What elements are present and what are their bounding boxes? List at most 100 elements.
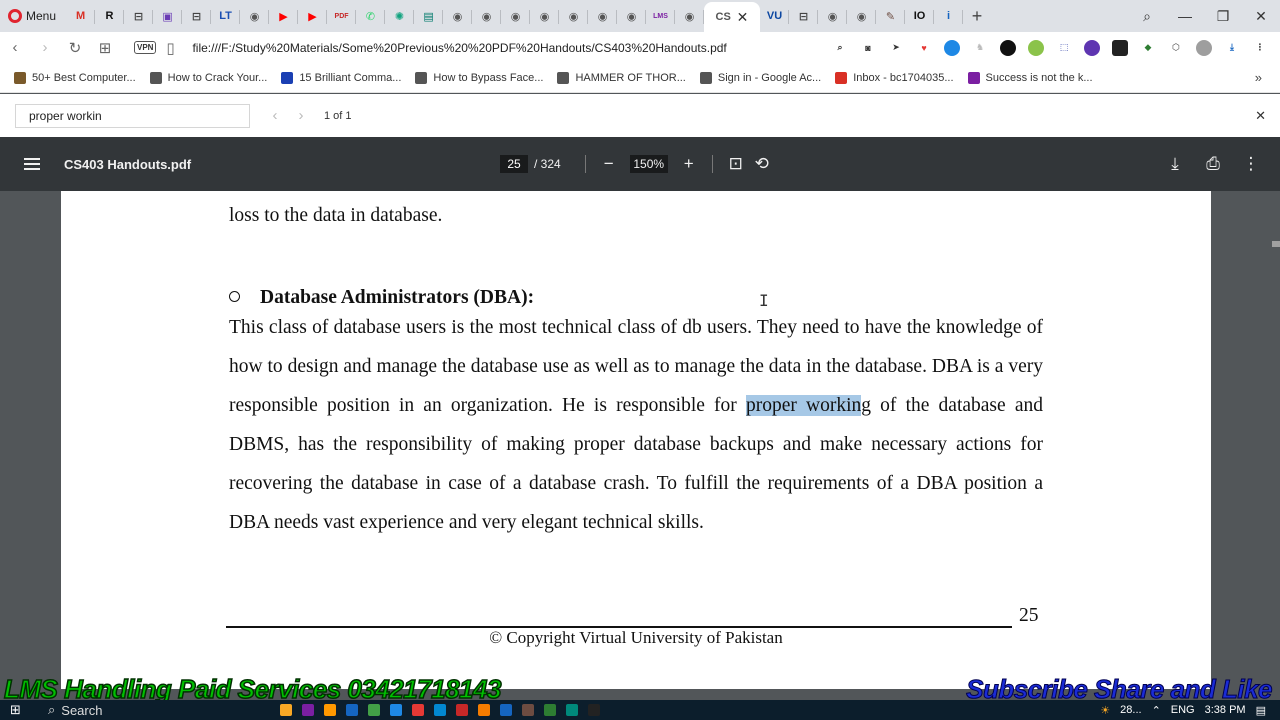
fit-page-icon[interactable]: ⊡ [723, 154, 749, 174]
app-icon[interactable] [346, 704, 358, 716]
more-actions-icon[interactable]: ⋮ [1238, 154, 1264, 174]
extensions-cube-icon[interactable]: ⬡ [1168, 40, 1184, 56]
extension-play-icon[interactable] [1000, 39, 1016, 56]
browser-tab[interactable]: ▶ [269, 2, 299, 30]
browser-tab[interactable]: ◉ [588, 2, 618, 30]
rotate-icon[interactable]: ⟲ [749, 154, 775, 174]
browser-tab[interactable]: ◉ [530, 2, 560, 30]
browser-tab[interactable]: ⊟ [789, 2, 819, 30]
close-window-icon[interactable]: ✕ [1242, 8, 1280, 25]
minimize-icon[interactable]: — [1166, 8, 1204, 24]
vlc-icon[interactable] [324, 704, 336, 716]
browser-tab[interactable]: i [934, 2, 964, 30]
visual-studio-icon[interactable] [302, 704, 314, 716]
bookmark-item[interactable]: How to Crack Your... [149, 71, 267, 84]
edge-icon[interactable] [390, 704, 402, 716]
browser-tab[interactable]: M [66, 2, 96, 30]
url-field[interactable]: file:///F:/Study%20Materials/Some%20Prev… [192, 41, 832, 55]
app-icon[interactable] [368, 704, 380, 716]
download-icon[interactable]: ⤓ [1224, 40, 1240, 56]
bookmark-item[interactable]: 50+ Best Computer... [14, 71, 136, 84]
browser-tab[interactable]: ⊟ [124, 2, 154, 30]
vpn-badge[interactable]: VPN [134, 41, 157, 54]
app-icon[interactable] [544, 704, 556, 716]
scrollbar-thumb[interactable] [1272, 241, 1280, 247]
browser-tab[interactable]: ◉ [847, 2, 877, 30]
tab-active[interactable]: CS ✕ [704, 2, 761, 32]
bookmark-item[interactable]: HAMMER OF THOR... [557, 71, 686, 84]
find-close-icon[interactable]: ✕ [1255, 108, 1266, 124]
restore-icon[interactable]: ❐ [1204, 8, 1242, 25]
clock[interactable]: 3:38 PM [1205, 704, 1246, 716]
bookmark-item[interactable]: How to Bypass Face... [415, 71, 543, 84]
profile-avatar-icon[interactable] [1196, 39, 1212, 56]
find-input[interactable] [15, 103, 250, 128]
bookmark-item[interactable]: Success is not the k... [967, 71, 1093, 84]
windows-start-icon[interactable]: ⊞ [10, 702, 21, 718]
weather-temp[interactable]: 28... [1120, 704, 1141, 716]
browser-tab[interactable]: ◉ [675, 2, 705, 30]
more-options-icon[interactable]: ⋮ [1252, 40, 1268, 56]
bookmarks-overflow-icon[interactable]: » [1255, 70, 1262, 85]
weather-icon[interactable]: ☀ [1100, 704, 1110, 717]
find-next-icon[interactable]: › [288, 107, 314, 124]
browser-tab[interactable]: ▤ [414, 2, 444, 30]
browser-tab[interactable]: VU [760, 2, 790, 30]
browser-tab[interactable]: ✺ [385, 2, 415, 30]
extension-crop-icon[interactable]: ⬚ [1056, 40, 1072, 56]
zoom-in-icon[interactable]: + [676, 154, 702, 174]
acrobat-icon[interactable] [456, 704, 468, 716]
menu-hamburger-icon[interactable] [0, 158, 64, 170]
tray-chevron-icon[interactable]: ⌃ [1152, 704, 1161, 717]
browser-tab[interactable]: LMS [646, 2, 676, 30]
browser-tab[interactable]: LT [211, 2, 241, 30]
download-pdf-icon[interactable]: ⤓ [1162, 154, 1188, 174]
browser-tab[interactable]: ◉ [240, 2, 270, 30]
browser-tab[interactable]: ▶ [298, 2, 328, 30]
pdf-viewport[interactable]: loss to the data in database. Database A… [0, 191, 1280, 689]
browser-tab[interactable]: ◉ [617, 2, 647, 30]
extension-new-icon[interactable] [1112, 39, 1128, 56]
file-explorer-icon[interactable] [280, 704, 292, 716]
browser-tab[interactable]: ✎ [876, 2, 906, 30]
search-tabs-icon[interactable]: ⌕ [1128, 8, 1166, 25]
reload-icon[interactable]: ↻ [60, 39, 90, 57]
language-indicator[interactable]: ENG [1171, 704, 1195, 716]
browser-tab[interactable]: ▣ [153, 2, 183, 30]
browser-tab[interactable]: ✆ [356, 2, 386, 30]
page-number-input[interactable]: 25 [500, 155, 528, 173]
tab-close-icon[interactable]: ✕ [737, 9, 749, 26]
bookmark-item[interactable]: Sign in - Google Ac... [699, 71, 821, 84]
opera-icon[interactable] [412, 704, 424, 716]
send-icon[interactable]: ➤ [888, 40, 904, 56]
pycharm-icon[interactable] [588, 704, 600, 716]
bookmark-item[interactable]: 15 Brilliant Comma... [281, 71, 401, 84]
find-previous-icon[interactable]: ‹ [262, 107, 288, 124]
new-tab-button[interactable]: + [963, 6, 991, 27]
zoom-out-icon[interactable]: − [596, 154, 622, 174]
browser-tab[interactable]: IO [905, 2, 935, 30]
heart-icon[interactable]: ♥ [916, 40, 932, 56]
extension-gem-icon[interactable]: ◆ [1140, 40, 1156, 56]
app-icon[interactable] [522, 704, 534, 716]
extension-green-icon[interactable] [1028, 39, 1044, 56]
app-icon[interactable] [434, 704, 446, 716]
notifications-icon[interactable]: ▤ [1256, 704, 1266, 717]
browser-tab[interactable]: ◉ [559, 2, 589, 30]
extension-purple-icon[interactable] [1084, 39, 1100, 56]
browser-tab[interactable]: ◉ [818, 2, 848, 30]
browser-tab[interactable]: ◉ [443, 2, 473, 30]
taskbar-search[interactable]: ⌕ Search [0, 702, 280, 718]
bookmark-item[interactable]: Inbox - bc1704035... [835, 71, 954, 84]
browser-tab[interactable]: ◉ [501, 2, 531, 30]
powerpoint-icon[interactable] [478, 704, 490, 716]
forward-icon[interactable]: › [30, 39, 60, 56]
speed-dial-icon[interactable]: ⊞ [90, 39, 120, 57]
zoom-level-input[interactable]: 150% [629, 155, 668, 173]
browser-tab[interactable]: R [95, 2, 125, 30]
back-icon[interactable]: ‹ [0, 39, 30, 56]
extension-blue-icon[interactable] [944, 39, 960, 56]
extension-grey-icon[interactable]: ♞ [972, 40, 988, 56]
app-icon[interactable] [566, 704, 578, 716]
print-icon[interactable]: ⎙ [1200, 154, 1226, 174]
